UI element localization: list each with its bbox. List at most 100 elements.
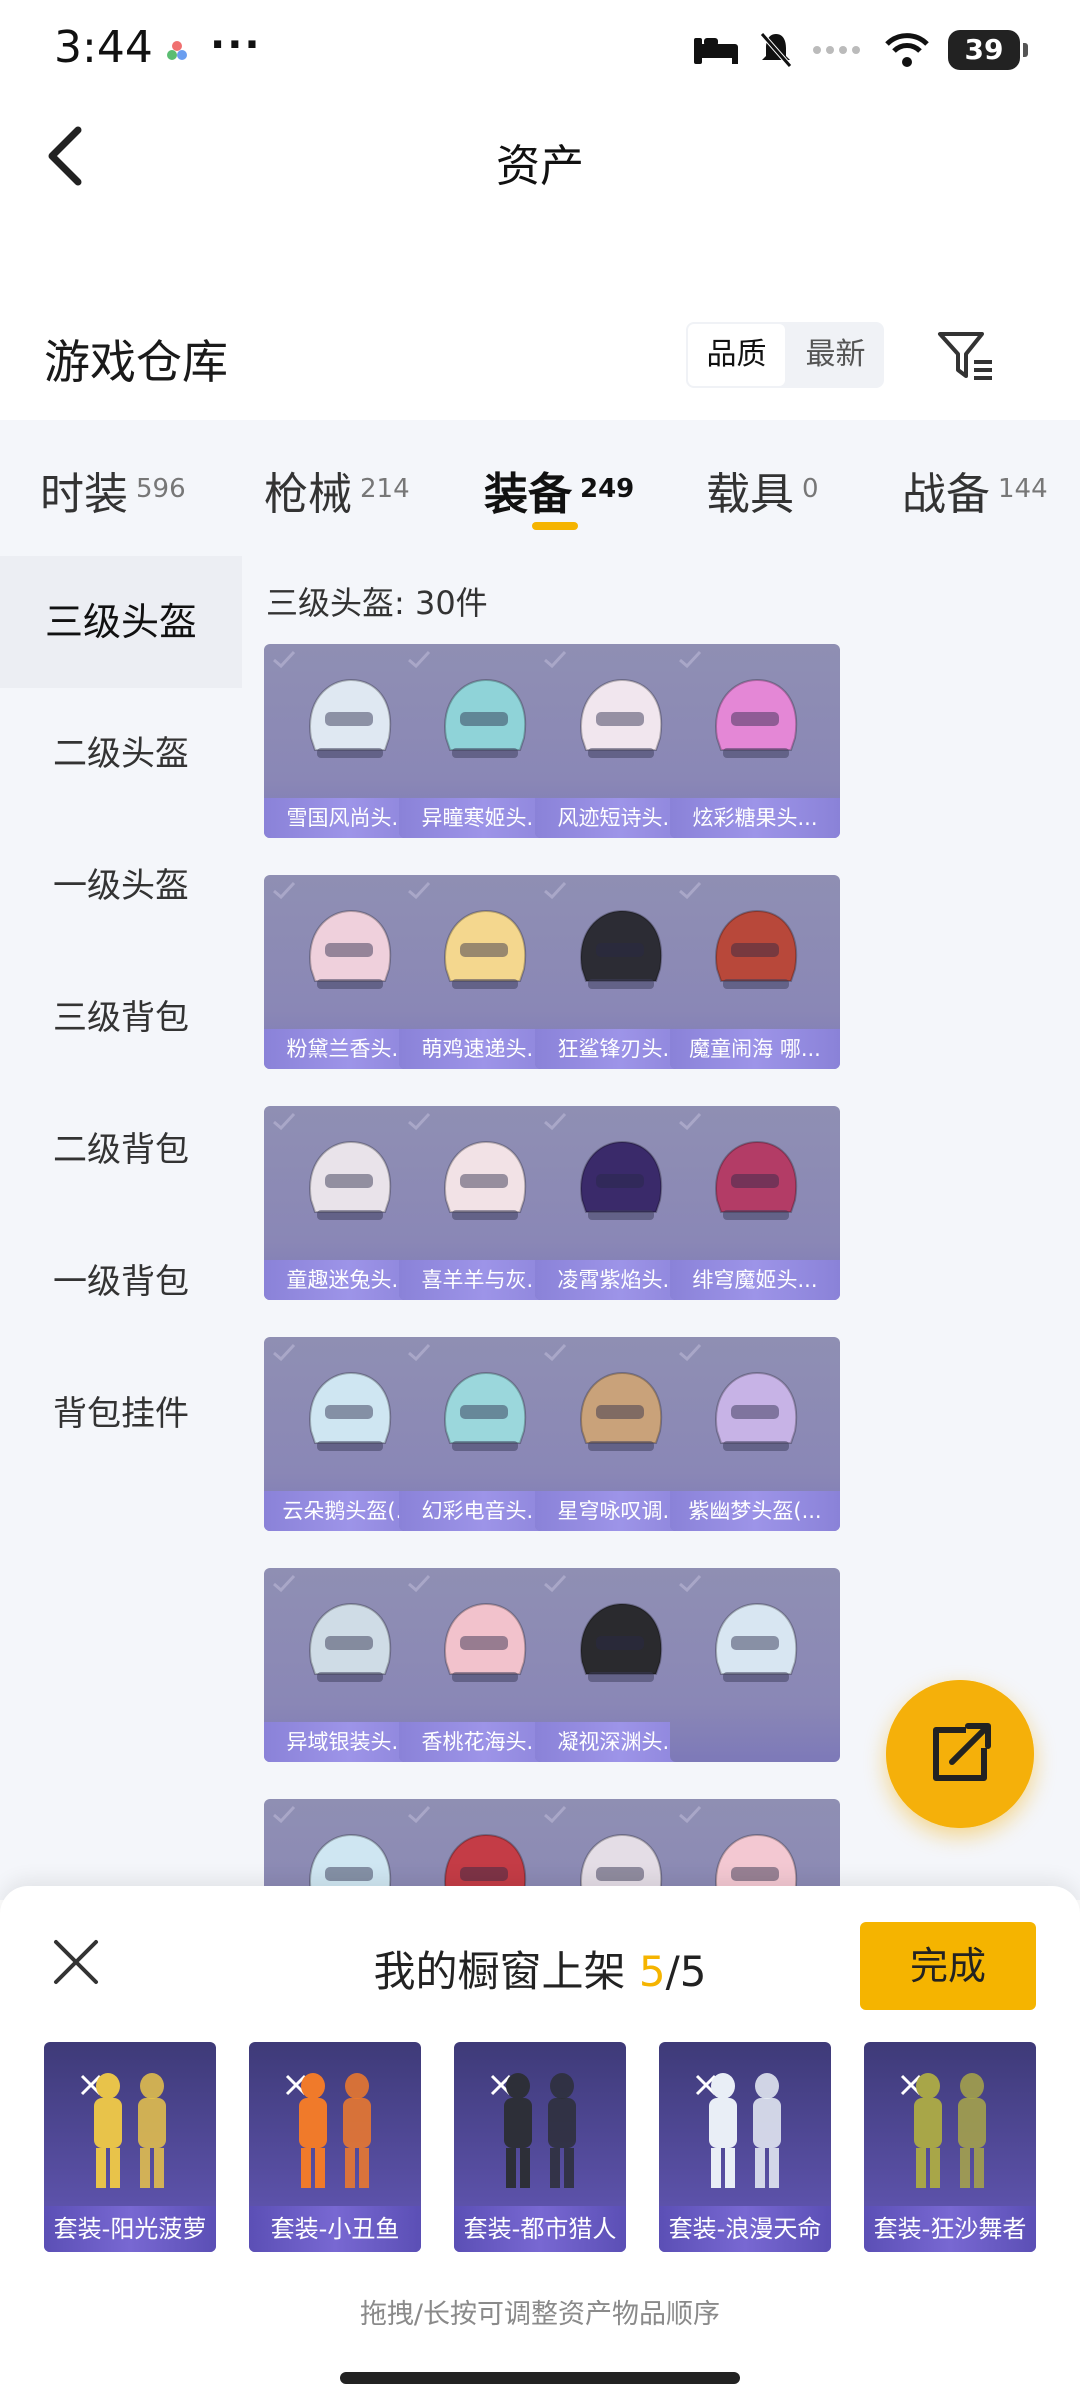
check-icon bbox=[273, 650, 296, 669]
showcase-item-name: 套装-狂沙舞者 bbox=[864, 2206, 1036, 2252]
showcase-item[interactable]: 套装-狂沙舞者 bbox=[864, 2042, 1036, 2252]
outfit-icon bbox=[299, 2073, 371, 2188]
helmet-icon bbox=[309, 909, 392, 989]
check-icon bbox=[544, 650, 567, 669]
check-icon bbox=[408, 650, 431, 669]
check-icon bbox=[408, 1805, 431, 1824]
helmet-icon bbox=[580, 909, 663, 989]
helmet-name: 绯穹魔姬头... bbox=[670, 1260, 840, 1300]
sidebar-item-lv2-helmet[interactable]: 二级头盔 bbox=[0, 688, 242, 820]
sidebar-item-lv3-helmet[interactable]: 三级头盔 bbox=[0, 556, 242, 688]
check-icon bbox=[273, 1574, 296, 1593]
check-icon bbox=[679, 1805, 702, 1824]
tab-vehicles[interactable]: 载具 0 bbox=[706, 458, 819, 522]
status-more: ··· bbox=[210, 22, 262, 68]
helmet-card[interactable]: 绯穹魔姬头... bbox=[670, 1106, 840, 1300]
helmet-card[interactable]: 炫彩糖果头... bbox=[670, 644, 840, 838]
helmet-icon bbox=[444, 678, 527, 758]
mute-bell-icon bbox=[760, 32, 792, 68]
tab-label: 装备 bbox=[484, 469, 572, 520]
check-icon bbox=[679, 1112, 702, 1131]
check-icon bbox=[544, 881, 567, 900]
sort-newest[interactable]: 最新 bbox=[787, 322, 884, 388]
helmet-card[interactable] bbox=[670, 1568, 840, 1762]
wifi-icon bbox=[885, 33, 929, 67]
tab-count: 144 bbox=[998, 474, 1048, 504]
done-button[interactable]: 完成 bbox=[860, 1922, 1036, 2010]
helmet-icon bbox=[444, 1140, 527, 1220]
helmet-card[interactable]: 魔童闹海 哪... bbox=[670, 875, 840, 1069]
helmet-icon bbox=[580, 678, 663, 758]
showcase-item-name: 套装-都市猎人 bbox=[454, 2206, 626, 2252]
app-notification-icon bbox=[167, 41, 187, 60]
home-indicator bbox=[340, 2372, 740, 2384]
tab-equipment[interactable]: 装备 249 bbox=[484, 458, 634, 522]
status-icons: 39 bbox=[692, 30, 1028, 70]
showcase-item[interactable]: 套装-都市猎人 bbox=[454, 2042, 626, 2252]
tab-supplies[interactable]: 战备 144 bbox=[902, 458, 1048, 522]
sort-quality[interactable]: 品质 bbox=[688, 324, 785, 386]
helmet-icon bbox=[715, 1140, 798, 1220]
helmet-icon bbox=[444, 1602, 527, 1682]
check-icon bbox=[679, 650, 702, 669]
status-bar: 3:44 ··· 39 bbox=[0, 0, 1080, 100]
helmet-card[interactable] bbox=[670, 1799, 840, 1900]
helmet-icon bbox=[715, 678, 798, 758]
page-title: 资产 bbox=[496, 141, 584, 192]
showcase-item-name: 套装-阳光菠萝 bbox=[44, 2206, 216, 2252]
check-icon bbox=[408, 881, 431, 900]
helmet-card[interactable]: 紫幽梦头盔(... bbox=[670, 1337, 840, 1531]
showcase-item-name: 套装-浪漫天命 bbox=[659, 2206, 831, 2252]
helmet-icon bbox=[715, 1602, 798, 1682]
outfit-icon bbox=[94, 2073, 166, 2188]
outfit-icon bbox=[504, 2073, 576, 2188]
helmet-icon bbox=[444, 909, 527, 989]
sidebar-item-lv2-backpack[interactable]: 二级背包 bbox=[0, 1084, 242, 1216]
share-icon[interactable] bbox=[886, 1680, 1034, 1828]
tab-label: 时装 bbox=[40, 469, 128, 520]
helmet-icon bbox=[715, 909, 798, 989]
tab-count: 0 bbox=[802, 474, 819, 504]
check-icon bbox=[273, 1805, 296, 1824]
helmet-icon bbox=[309, 1140, 392, 1220]
category-tabs: 时装 596 枪械 214 装备 249 载具 0 战备 144 bbox=[0, 420, 1080, 556]
helmet-icon bbox=[309, 678, 392, 758]
tab-count: 596 bbox=[136, 474, 186, 504]
showcase-item[interactable]: 套装-小丑鱼 bbox=[249, 2042, 421, 2252]
filter-icon[interactable] bbox=[936, 322, 996, 388]
active-tab-indicator bbox=[532, 522, 578, 530]
showcase-item[interactable]: 套装-阳光菠萝 bbox=[44, 2042, 216, 2252]
showcase-sheet: 我的橱窗上架 5/5 完成 套装-阳光菠萝 套装-小丑鱼 套装-都市猎人 套装-浪漫天… bbox=[0, 1886, 1080, 2400]
helmet-icon bbox=[309, 1602, 392, 1682]
helmet-icon bbox=[715, 1371, 798, 1451]
sidebar-item-lv1-helmet[interactable]: 一级头盔 bbox=[0, 820, 242, 952]
sidebar-item-backpack-charm[interactable]: 背包挂件 bbox=[0, 1348, 242, 1480]
showcase-item[interactable]: 套装-浪漫天命 bbox=[659, 2042, 831, 2252]
sort-toggle: 品质 最新 bbox=[686, 322, 884, 388]
check-icon bbox=[544, 1805, 567, 1824]
tab-label: 枪械 bbox=[264, 469, 352, 520]
grid-title: 三级头盔: 30件 bbox=[266, 584, 488, 622]
check-icon bbox=[273, 1112, 296, 1131]
check-icon bbox=[544, 1343, 567, 1362]
check-icon bbox=[408, 1574, 431, 1593]
signal-dots-icon bbox=[813, 46, 860, 54]
check-icon bbox=[679, 1574, 702, 1593]
sidebar: 三级头盔 二级头盔 一级头盔 三级背包 二级背包 一级背包 背包挂件 bbox=[0, 556, 242, 1900]
check-icon bbox=[273, 1343, 296, 1362]
showcase-total-count: /5 bbox=[665, 1947, 707, 1996]
sidebar-item-lv3-backpack[interactable]: 三级背包 bbox=[0, 952, 242, 1084]
showcase-current-count: 5 bbox=[638, 1947, 666, 1996]
helmet-icon bbox=[580, 1602, 663, 1682]
status-time: 3:44 bbox=[54, 22, 153, 73]
tab-fashion[interactable]: 时装 596 bbox=[40, 458, 186, 522]
sidebar-item-lv1-backpack[interactable]: 一级背包 bbox=[0, 1216, 242, 1348]
check-icon bbox=[273, 881, 296, 900]
check-icon bbox=[679, 1343, 702, 1362]
helmet-name: 炫彩糖果头... bbox=[670, 798, 840, 838]
check-icon bbox=[544, 1112, 567, 1131]
helmet-icon bbox=[309, 1371, 392, 1451]
helmet-icon bbox=[444, 1371, 527, 1451]
helmet-name: 紫幽梦头盔(... bbox=[670, 1491, 840, 1531]
tab-guns[interactable]: 枪械 214 bbox=[264, 458, 410, 522]
